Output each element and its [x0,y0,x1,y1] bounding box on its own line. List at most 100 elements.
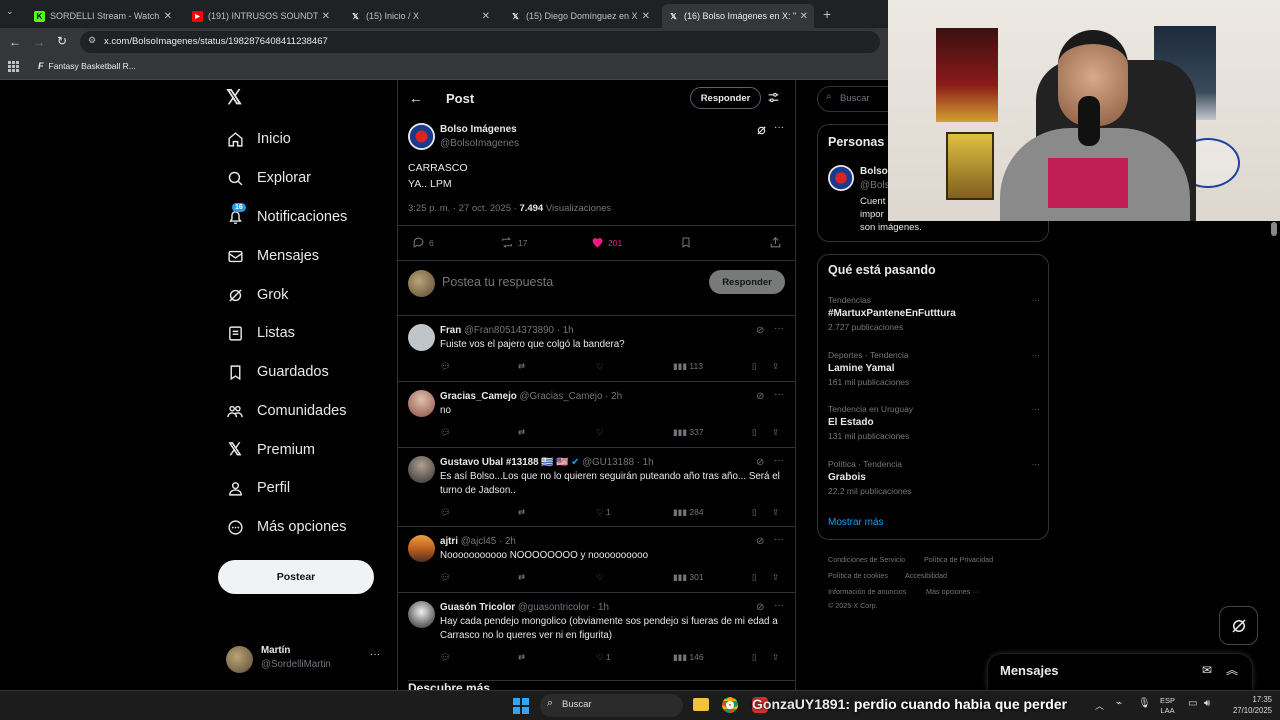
more-icon[interactable]: ··· [774,323,784,334]
reply-row[interactable]: Gracias_Camejo @Gracias_Camejo · 2h ⊘ ··… [398,381,795,447]
footer-link[interactable]: Política de cookies [828,571,888,580]
network-icon[interactable]: ⌁ [1116,698,1122,709]
reply-row[interactable]: Gustavo Ubal #13188 🇺🇾 🇺🇸 ✔ @GU13188 · 1… [398,447,795,526]
forward-icon[interactable]: → [33,35,45,49]
nav-explore[interactable]: Explorar [226,169,311,187]
share-icon[interactable]: ⇪ [772,427,779,438]
tab-youtube[interactable]: ▶ (191) INTRUSOS SOUNDTRACK ✕ [186,4,336,28]
person-name[interactable]: Bolso [860,166,888,177]
grok-fab[interactable] [1219,606,1258,645]
reply-icon[interactable]: 💬︎ [440,361,451,372]
chevron-up-icon[interactable]: ︽ [1226,661,1238,678]
footer-link[interactable]: Accesibilidad [905,571,947,580]
reply-author[interactable]: Guasón Tricolor @guasontricolor · 1h [440,602,609,613]
heart-icon[interactable]: ♡ 1 [596,652,611,663]
nav-profile[interactable]: Perfil [226,479,290,497]
reply-row[interactable]: Fran @Fran80514373890 · 1h ⊘ ··· Fuiste … [398,315,795,381]
account-switcher[interactable]: Martín @SordelliMartin ··· [226,644,386,674]
nav-grok[interactable]: Grok [226,286,288,304]
grok-icon[interactable]: ⊘ [756,602,764,613]
close-icon[interactable]: ✕ [322,11,330,22]
close-icon[interactable]: ✕ [482,11,490,22]
trend-item[interactable]: Tendencia en Uruguay El Estado 131 mil pub… [828,404,1040,441]
mic-icon[interactable]: 🎙︎ [1138,698,1151,709]
trend-item[interactable]: Deportes · Tendencia Lamine Yamal 161 mil … [828,350,1040,387]
reply-icon[interactable]: 💬︎ [440,427,451,438]
tab-x-diego[interactable]: 𝕏 (15) Diego Domínguez en X: "C ✕ [504,4,656,28]
language-indicator[interactable]: ESP LAA [1160,696,1175,716]
reply-action[interactable]: 6 [412,236,434,249]
more-icon[interactable]: ··· [370,649,380,660]
footer-link[interactable]: Información de anuncios [828,587,906,596]
more-icon[interactable]: ··· [1032,295,1041,305]
more-icon[interactable]: ··· [774,455,784,466]
nav-lists[interactable]: Listas [226,324,295,342]
site-info-icon[interactable]: ⚙ [88,35,96,46]
post-time[interactable]: 3:25 p. m. · 27 oct. 2025 · [408,203,517,214]
grok-icon[interactable]: ⊘ [756,391,764,402]
reply-author[interactable]: Gracias_Camejo @Gracias_Camejo · 2h [440,391,622,402]
nav-bookmarks[interactable]: Guardados [226,363,329,381]
bookmark-fantasy[interactable]: F Fantasy Basketball R... [38,61,136,71]
views-action[interactable]: ▮▮▮ 337 [673,427,704,438]
bookmark-icon[interactable]: ▯ [752,507,757,518]
url-field[interactable]: ⚙ x.com/BolsoImagenes/status/19828764084… [80,31,880,53]
share-icon[interactable]: ⇪ [772,572,779,583]
chrome-icon[interactable] [722,697,738,713]
nav-communities[interactable]: Comunidades [226,402,346,420]
repost-icon[interactable]: ⇄ [518,361,525,372]
close-icon[interactable]: ✕ [642,11,650,22]
author-name[interactable]: Bolso Imágenes [440,124,517,135]
reply-avatar[interactable] [408,456,435,483]
like-action[interactable]: 201 [591,236,622,249]
reply-avatar[interactable] [408,390,435,417]
more-icon[interactable]: ··· [774,534,784,545]
reply-avatar[interactable] [408,324,435,351]
start-icon[interactable] [513,698,529,714]
nav-home[interactable]: Inicio [226,130,291,148]
x-logo-icon[interactable]: 𝕏 [226,88,246,108]
tab-kick[interactable]: K SORDELLI Stream - Watch Live ✕ [28,4,178,28]
volume-icon[interactable]: 🔊︎ [1204,698,1210,709]
nav-messages[interactable]: Mensajes [226,247,319,265]
bookmark-icon[interactable]: ▯ [752,572,757,583]
footer-link[interactable]: Condiciones de Servicio [828,555,905,564]
nav-premium[interactable]: 𝕏 Premium [226,440,315,459]
bookmark-icon[interactable]: ▯ [752,361,757,372]
back-icon[interactable]: ← [9,35,21,49]
footer-link[interactable]: Más opciones ··· [926,587,980,596]
reply-author[interactable]: Fran @Fran80514373890 · 1h [440,325,574,336]
more-icon[interactable]: ··· [774,600,784,611]
repost-icon[interactable]: ⇄ [518,652,525,663]
sliders-icon[interactable] [767,91,781,105]
tab-list-button[interactable]: ⌄ [6,6,20,20]
share-icon[interactable]: ⇪ [772,652,779,663]
file-explorer-icon[interactable] [693,698,709,711]
grok-icon[interactable]: ⊘ [756,325,764,336]
show-more-link[interactable]: Mostrar más [828,517,884,528]
repost-icon[interactable]: ⇄ [518,572,525,583]
nav-notifications[interactable]: 16 Notificaciones [226,203,347,226]
messages-drawer[interactable]: Mensajes ✉ ︽ [988,654,1252,690]
repost-icon[interactable]: ⇄ [518,507,525,518]
reply-avatar[interactable] [408,535,435,562]
person-handle[interactable]: @Bols [860,180,890,191]
reply-icon[interactable]: 💬︎ [440,652,451,663]
taskbar-search[interactable]: ⌕ Buscar [540,694,683,717]
views-action[interactable]: ▮▮▮ 284 [673,507,704,518]
bookmark-icon[interactable]: ▯ [752,652,757,663]
bookmark-icon[interactable] [680,236,692,249]
repost-action[interactable]: 17 [500,236,527,249]
author-handle[interactable]: @BolsoImagenes [440,138,519,149]
views-action[interactable]: ▮▮▮ 301 [673,572,704,583]
share-icon[interactable] [769,236,782,249]
more-icon[interactable]: ··· [1032,459,1041,469]
tab-x-bolso[interactable]: 𝕏 (16) Bolso Imágenes en X: "CA ✕ [662,4,814,28]
reply-icon[interactable]: 💬︎ [440,572,451,583]
nav-more[interactable]: Más opciones [226,518,346,536]
reply-header-button[interactable]: Responder [690,87,761,109]
reply-row[interactable]: ajtri @ajcl45 · 2h ⊘ ··· Nooooooooooo NO… [398,526,795,592]
share-icon[interactable]: ⇪ [772,361,779,372]
grok-icon[interactable] [756,125,767,136]
trend-item[interactable]: Política · Tendencia Grabois 22,2 mil publ… [828,459,1040,496]
